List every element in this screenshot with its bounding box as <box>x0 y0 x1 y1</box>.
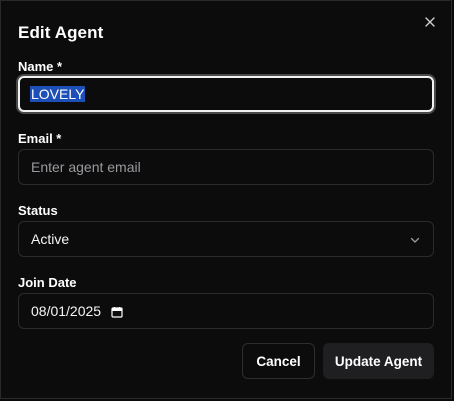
join-date-input[interactable]: 08/01/2025 <box>18 293 434 329</box>
chevron-down-icon <box>409 233 421 245</box>
close-icon[interactable] <box>423 15 437 29</box>
email-input[interactable]: Enter agent email <box>18 149 434 185</box>
status-label: Status <box>18 203 58 218</box>
join-date-value: 08/01/2025 <box>31 303 102 319</box>
name-input[interactable]: LOVELY <box>18 76 434 112</box>
email-label: Email * <box>18 131 62 146</box>
email-input-placeholder: Enter agent email <box>31 159 141 175</box>
name-input-value: LOVELY <box>30 86 86 102</box>
status-select[interactable]: Active <box>18 221 434 257</box>
calendar-icon[interactable] <box>111 305 123 318</box>
edit-agent-dialog: Edit Agent Name * LOVELY Email * Enter a… <box>0 0 452 399</box>
dialog-title: Edit Agent <box>18 23 104 42</box>
status-select-value: Active <box>31 231 70 247</box>
cancel-button[interactable]: Cancel <box>242 343 315 379</box>
name-label: Name * <box>18 59 63 74</box>
join-date-label: Join Date <box>18 275 77 290</box>
update-agent-button[interactable]: Update Agent <box>323 343 434 379</box>
